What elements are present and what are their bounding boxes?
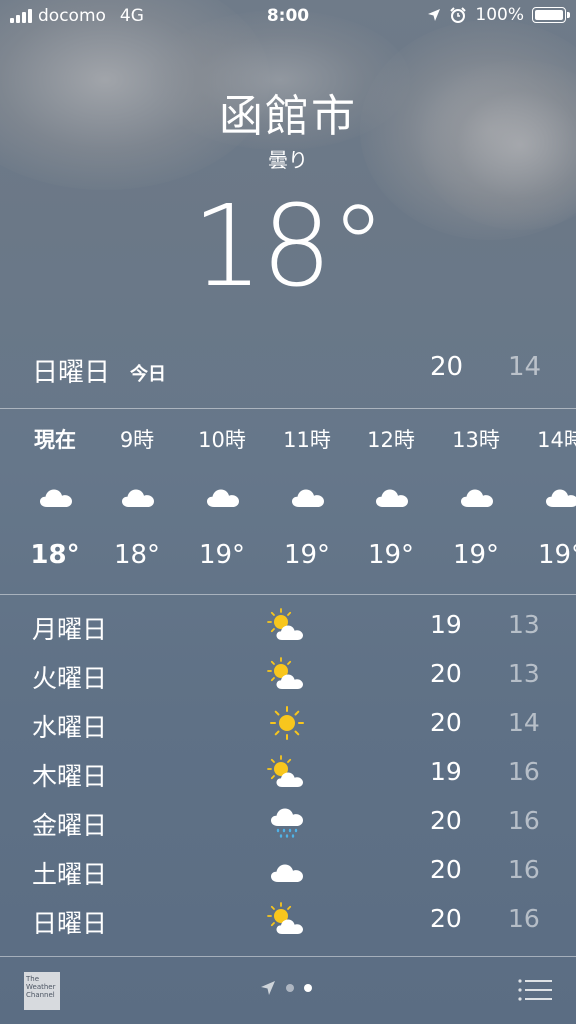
daily-row: 木曜日 19 16 — [0, 751, 576, 799]
rain-icon — [271, 808, 303, 838]
hour-label: 9時 — [119, 428, 155, 452]
hour-temperature: 18° — [30, 540, 80, 570]
today-low: 14 — [508, 352, 542, 382]
day-high: 20 — [430, 708, 462, 737]
hour-label: 10時 — [198, 428, 246, 452]
cloud-icon — [40, 489, 72, 507]
day-high: 19 — [430, 757, 462, 786]
page-dot[interactable] — [286, 984, 294, 992]
daily-row: 土曜日 20 16 — [0, 849, 576, 897]
partly-cloudy-icon — [267, 608, 304, 641]
day-low: 16 — [508, 757, 540, 786]
cloud-icon — [271, 864, 303, 882]
day-low: 16 — [508, 904, 540, 933]
day-name: 土曜日 — [32, 860, 108, 889]
hour-temperature: 19° — [283, 540, 331, 570]
partly-cloudy-icon — [267, 657, 304, 690]
current-condition: 曇り — [268, 148, 308, 172]
day-name: 金曜日 — [32, 811, 108, 840]
hour-temperature: 19° — [537, 540, 576, 570]
status-bar: docomo 4G 8:00 100% — [0, 0, 576, 34]
weather-screen: docomo 4G 8:00 100% 函館市 曇り 18° 日曜日 今日 20… — [0, 0, 576, 1024]
day-low: 16 — [508, 806, 540, 835]
day-name: 火曜日 — [32, 664, 108, 693]
cloud-icon — [207, 489, 239, 507]
day-low: 13 — [508, 610, 540, 639]
day-high: 20 — [430, 855, 462, 884]
location-page-icon[interactable] — [260, 980, 276, 996]
logo-text: The — [26, 975, 40, 983]
hour-temperature: 19° — [367, 540, 415, 570]
today-high: 20 — [430, 352, 464, 382]
current-temperature: 18° — [191, 182, 387, 312]
day-name: 月曜日 — [32, 615, 108, 644]
hour-label: 14時 — [537, 428, 576, 452]
day-name: 日曜日 — [32, 909, 108, 938]
logo-text: Channel — [26, 991, 55, 999]
daily-row: 金曜日 20 16 — [0, 800, 576, 848]
hour-label: 13時 — [452, 428, 500, 452]
cloud-icon — [546, 489, 576, 507]
city-list-icon[interactable] — [518, 978, 552, 1002]
day-high: 20 — [430, 659, 462, 688]
hour-label: 11時 — [283, 428, 331, 452]
page-dot-active[interactable] — [304, 984, 312, 992]
partly-cloudy-icon — [267, 902, 304, 935]
city-name: 函館市 — [219, 91, 357, 142]
day-low: 14 — [508, 708, 540, 737]
cloud-icon — [122, 489, 154, 507]
daily-row: 日曜日 20 16 — [0, 898, 576, 946]
day-name: 水曜日 — [32, 713, 108, 742]
day-low: 16 — [508, 855, 540, 884]
day-low: 13 — [508, 659, 540, 688]
battery-icon — [532, 7, 570, 23]
hourly-forecast-scroller[interactable]: 現在 18° 9時 18° 10時 19° 11時 19° 12時 19° 13… — [0, 410, 576, 594]
today-day-name: 日曜日 — [32, 358, 111, 388]
hour-temperature: 19° — [198, 540, 246, 570]
page-indicator[interactable] — [260, 980, 312, 996]
partly-cloudy-icon — [267, 755, 304, 788]
divider — [0, 956, 576, 957]
day-high: 19 — [430, 610, 462, 639]
sun-icon — [270, 706, 304, 740]
location-arrow-icon — [428, 9, 441, 21]
today-summary-row: 日曜日 今日 20 14 — [0, 352, 576, 392]
hour-label: 12時 — [367, 428, 415, 452]
hour-temperature: 18° — [113, 540, 161, 570]
day-name: 木曜日 — [32, 762, 108, 791]
cloud-icon — [461, 489, 493, 507]
daily-row: 火曜日 20 13 — [0, 653, 576, 701]
logo-text: Weather — [26, 983, 56, 991]
weather-channel-logo-button[interactable]: The Weather Channel — [24, 972, 60, 1010]
battery-percentage: 100% — [475, 5, 524, 25]
day-high: 20 — [430, 806, 462, 835]
day-high: 20 — [430, 904, 462, 933]
hour-temperature: 19° — [452, 540, 500, 570]
cloud-icon — [376, 489, 408, 507]
today-label: 今日 — [130, 364, 166, 385]
daily-row: 月曜日 19 13 — [0, 604, 576, 652]
daily-row: 水曜日 20 14 — [0, 702, 576, 750]
bottom-toolbar: The Weather Channel — [0, 958, 576, 1024]
hour-label: 現在 — [34, 428, 76, 452]
divider — [0, 408, 576, 409]
divider — [0, 594, 576, 595]
cloud-icon — [292, 489, 324, 507]
alarm-icon — [450, 7, 467, 23]
